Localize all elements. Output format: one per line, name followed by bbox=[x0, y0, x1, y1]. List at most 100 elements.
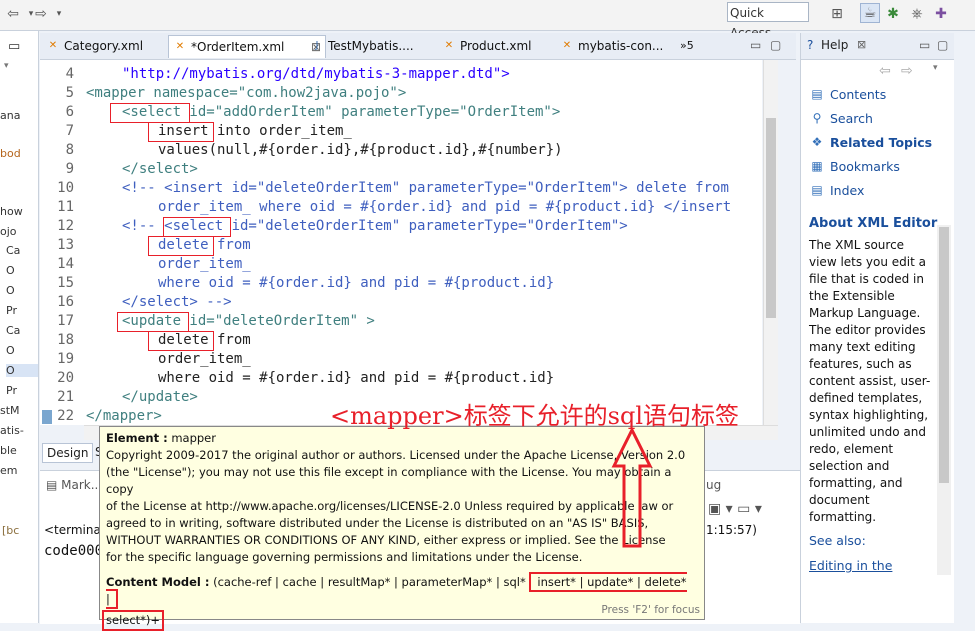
tree-item[interactable]: O bbox=[6, 284, 15, 297]
line-number: 17 bbox=[57, 313, 74, 329]
debug-perspective-icon[interactable]: ✱ bbox=[884, 5, 902, 23]
help-icon: ? bbox=[807, 38, 814, 52]
tree-item[interactable]: em bbox=[0, 464, 17, 477]
view-menu-icon[interactable]: ▾ bbox=[4, 61, 9, 71]
java-perspective-icon[interactable]: ✚ bbox=[932, 5, 950, 23]
help-link-related-topics[interactable]: Related Topics bbox=[830, 135, 932, 150]
search-icon: ⚲ bbox=[812, 111, 822, 125]
code-lines: 4 5 6 7 8 9 10 11 12 13 14 15 16 17 18 1… bbox=[40, 60, 762, 425]
tab-orderitem-xml[interactable]: ✕ *OrderItem.xml ⊠ bbox=[168, 35, 326, 58]
tree-item[interactable]: ana bbox=[0, 109, 20, 122]
tab-label: Product.xml bbox=[460, 39, 532, 53]
help-tab-bar: ? Help ⊠ ▭ ▢ bbox=[801, 33, 954, 60]
java-file-icon: J bbox=[315, 40, 319, 51]
forward-arrow-icon[interactable]: ⇨ bbox=[901, 63, 913, 79]
code-line: order_item_ bbox=[158, 351, 251, 367]
help-link-search[interactable]: Search bbox=[830, 111, 873, 126]
line-number: 19 bbox=[57, 351, 74, 367]
update-tag-highlight bbox=[117, 312, 189, 332]
help-see-also: See also: bbox=[809, 533, 866, 548]
popup-content-model-label: Content Model : bbox=[106, 575, 210, 589]
markers-icon: ▤ bbox=[46, 478, 62, 492]
popup-element-value: mapper bbox=[171, 431, 216, 445]
tree-item[interactable]: how bbox=[0, 205, 23, 218]
view-menu-icon[interactable]: ▾ bbox=[933, 63, 938, 73]
minimize-icon[interactable]: ▭ bbox=[919, 38, 930, 52]
help-about-text: The XML source view lets you edit a file… bbox=[809, 238, 931, 524]
console-display-icon[interactable]: ▣ ▾ ▭ ▾ bbox=[708, 501, 762, 517]
package-explorer-strip: ▭ ▾ ana bod how ojo Ca O O Pr Ca O O Pr … bbox=[0, 31, 39, 623]
open-perspective-icon[interactable]: ⊞ bbox=[828, 5, 846, 23]
code-line: <!-- <insert id="deleteOrderItem" parame… bbox=[122, 180, 729, 196]
tree-item[interactable]: O bbox=[6, 344, 15, 357]
tree-item[interactable]: Pr bbox=[6, 304, 17, 317]
close-tab-icon[interactable]: ⊠ bbox=[857, 38, 866, 51]
xml-file-icon: ✕ bbox=[444, 40, 454, 51]
minimize-icon[interactable]: ▭ bbox=[8, 39, 20, 54]
help-scrollbar[interactable] bbox=[937, 225, 951, 575]
xml-file-icon: ✕ bbox=[48, 40, 58, 51]
delete-highlight bbox=[148, 331, 214, 351]
tab-label: *OrderItem.xml bbox=[191, 40, 285, 54]
tree-item[interactable]: Ca bbox=[6, 324, 20, 337]
more-tabs-button[interactable]: »5 bbox=[676, 35, 694, 57]
help-see-also-link[interactable]: Editing in the bbox=[809, 558, 892, 573]
line-number: 6 bbox=[65, 104, 74, 120]
tree-item[interactable]: O bbox=[6, 264, 15, 277]
code-line: order_item_ bbox=[158, 256, 251, 272]
tab-mybatis-config[interactable]: ✕ mybatis-con... bbox=[556, 35, 696, 57]
annotation-caption: <mapper>标签下允许的sql语句标签 bbox=[330, 402, 740, 430]
minimize-icon[interactable]: ▭ bbox=[750, 38, 761, 52]
forward-arrow-icon[interactable]: ⇨ bbox=[32, 5, 50, 23]
code-line: "http://mybatis.org/dtd/mybatis-3-mapper… bbox=[122, 66, 510, 82]
markers-tab[interactable]: ▤ Mark... bbox=[46, 478, 102, 492]
tree-item[interactable]: bod bbox=[0, 147, 21, 160]
help-link-bookmarks[interactable]: Bookmarks bbox=[830, 159, 900, 174]
console-fragment: [bc bbox=[2, 524, 20, 537]
debug-tab-fragment[interactable]: ug bbox=[706, 478, 721, 492]
team-perspective-icon[interactable]: ⎈ bbox=[908, 5, 926, 23]
popup-content-model-prefix: (cache-ref | cache | resultMap* | parame… bbox=[213, 575, 526, 589]
scroll-thumb[interactable] bbox=[939, 227, 949, 483]
tree-item[interactable]: stM bbox=[0, 404, 20, 417]
tree-item[interactable]: ble bbox=[0, 444, 17, 457]
select-tag-highlight bbox=[110, 103, 190, 123]
tab-label: Category.xml bbox=[64, 39, 144, 53]
line-number: 13 bbox=[57, 237, 74, 253]
back-arrow-icon[interactable]: ⇦ bbox=[4, 5, 22, 23]
maximize-icon[interactable]: ▢ bbox=[937, 38, 948, 52]
tab-design[interactable]: Design bbox=[42, 443, 94, 463]
tree-item[interactable]: Pr bbox=[6, 384, 17, 397]
tab-category-xml[interactable]: ✕ Category.xml bbox=[42, 35, 180, 57]
tab-testmybatis[interactable]: J TestMybatis.... bbox=[306, 35, 454, 57]
line-number: 15 bbox=[57, 275, 74, 291]
dropdown-icon[interactable]: ▾ bbox=[50, 5, 68, 23]
back-arrow-icon[interactable]: ⇦ bbox=[879, 63, 891, 79]
code-line: </mapper> bbox=[86, 408, 162, 424]
line-number: 7 bbox=[65, 123, 74, 139]
tree-item-selected[interactable]: O bbox=[6, 364, 38, 377]
help-link-contents[interactable]: Contents bbox=[830, 87, 886, 102]
tab-label: TestMybatis.... bbox=[328, 39, 414, 53]
maximize-icon[interactable]: ▢ bbox=[770, 38, 781, 52]
index-icon: ▤ bbox=[811, 183, 823, 197]
java-ee-perspective-icon[interactable]: ☕ bbox=[860, 3, 880, 23]
help-link-index[interactable]: Index bbox=[830, 183, 864, 198]
line-number: 21 bbox=[57, 389, 74, 405]
line-number: 18 bbox=[57, 332, 74, 348]
vertical-scrollbar[interactable] bbox=[763, 60, 778, 425]
help-about-title: About XML Editor bbox=[809, 216, 938, 231]
tree-item[interactable]: atis- bbox=[0, 424, 24, 437]
quick-access-input[interactable]: Quick Access bbox=[727, 2, 809, 40]
insert-highlight bbox=[148, 122, 214, 142]
line-number: 4 bbox=[65, 66, 74, 82]
main-toolbar: ⇦ ▾ ⇨ ▾ Quick Access ⊞ ☕ ✱ ⎈ ✚ bbox=[0, 0, 975, 40]
select-comment-highlight bbox=[163, 217, 231, 237]
tab-product-xml[interactable]: ✕ Product.xml bbox=[438, 35, 568, 57]
line-number: 11 bbox=[57, 199, 74, 215]
scroll-thumb[interactable] bbox=[766, 118, 776, 318]
up-arrow-icon bbox=[611, 428, 653, 548]
help-tab-label[interactable]: Help bbox=[821, 38, 848, 52]
tree-item[interactable]: Ca bbox=[6, 244, 20, 257]
tree-item[interactable]: ojo bbox=[0, 225, 17, 238]
